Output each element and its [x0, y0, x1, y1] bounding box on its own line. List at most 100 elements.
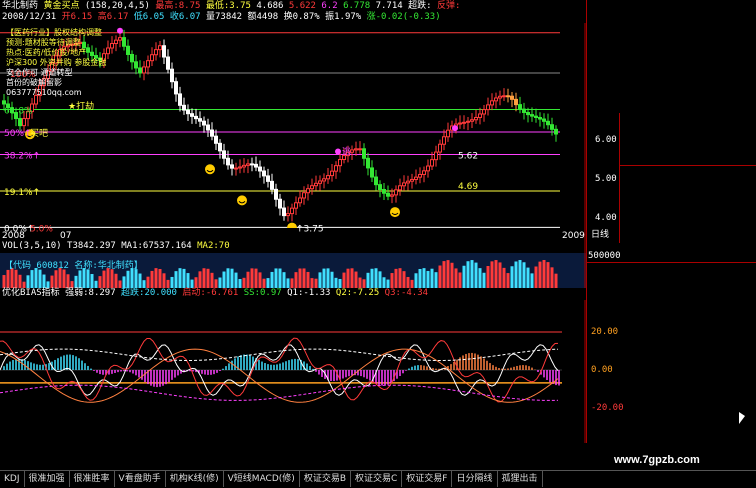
candle-body — [238, 166, 242, 169]
x-axis-label: 2009 — [562, 231, 585, 241]
candle-body — [274, 188, 278, 200]
candle-body — [458, 122, 462, 125]
tick-row — [619, 426, 756, 439]
tab-indicator[interactable]: 权证交易C — [351, 471, 403, 487]
quote-stat-row — [620, 230, 756, 243]
candle-body — [430, 159, 434, 167]
candle-body — [286, 213, 290, 217]
low-mark: ↑3.75 — [296, 224, 324, 234]
candle-body — [306, 188, 310, 194]
candle-body — [534, 115, 538, 118]
level-label: 38.2%↑ — [4, 152, 40, 162]
order-book-row[interactable] — [620, 113, 756, 126]
candle-body — [142, 66, 146, 74]
volume-bar — [174, 271, 178, 288]
volume-bar — [238, 279, 242, 288]
volume-bar — [534, 266, 538, 288]
tab-indicator[interactable]: 日分隔线 — [452, 471, 498, 487]
period-label[interactable]: 日线 — [591, 230, 609, 241]
indicator-axis-tick: -20.00 — [591, 403, 624, 413]
tick-list[interactable] — [619, 263, 756, 443]
candle-body — [390, 194, 394, 197]
tab-indicator[interactable]: 很准胜率 — [70, 471, 115, 487]
candle-body — [114, 39, 118, 45]
volume-bar — [298, 268, 302, 288]
candle-body — [166, 56, 170, 70]
volume-bar — [50, 275, 54, 288]
tab-indicator[interactable]: 权证交易B — [300, 471, 351, 487]
indicator-value: Q3:-4.34 — [379, 288, 429, 298]
volume-bar — [426, 270, 430, 288]
tab-indicator[interactable]: V看盘助手 — [115, 471, 166, 487]
volume-bar — [30, 270, 34, 288]
volume-bar — [126, 270, 130, 288]
smiley-icon — [390, 207, 400, 218]
volume-bar — [518, 260, 522, 288]
candle-body — [246, 163, 250, 166]
candle-body — [190, 113, 194, 117]
volume-bar — [110, 269, 114, 288]
candle-body — [374, 176, 378, 186]
chart-header-line1: 华北制药 黄金买点 (158,20,4,5) 最高:8.75 最低:3.75 4… — [2, 1, 460, 12]
candle-body — [122, 37, 126, 47]
indicator-axis-tick: 20.00 — [591, 327, 619, 337]
volume-bar — [162, 273, 166, 288]
volume-bar — [458, 272, 462, 288]
volume-bar — [166, 279, 170, 288]
volume-bar — [342, 272, 346, 288]
candle-body — [506, 95, 510, 98]
tab-indicator[interactable]: 权证交易F — [402, 471, 453, 487]
candle-body — [366, 157, 370, 169]
candle-body — [282, 207, 286, 217]
candle-body — [170, 68, 174, 83]
candle-body — [362, 148, 366, 159]
volume-bar — [498, 262, 502, 288]
quote-stat-row — [620, 165, 756, 178]
candle-body — [90, 51, 94, 57]
candle-body — [482, 109, 486, 115]
volume-bar — [94, 280, 98, 288]
tab-indicator[interactable]: V短线MACD(修) — [224, 471, 300, 487]
news-line: 063777510qq.com — [6, 88, 82, 97]
order-book-row[interactable] — [620, 139, 756, 152]
volume-bar — [42, 274, 46, 288]
bias-chart[interactable] — [0, 300, 586, 443]
level-label: 61.8% — [4, 106, 33, 116]
quote-stat-row — [620, 204, 756, 217]
volume-bar — [502, 267, 506, 288]
tick-row — [619, 376, 756, 389]
order-book-row[interactable] — [620, 126, 756, 139]
volume-bar — [470, 260, 474, 288]
candle-body — [410, 178, 414, 182]
tab-indicator[interactable]: 很准加强 — [25, 471, 70, 487]
tab-indicator[interactable]: 机构K线(修) — [166, 471, 224, 487]
candle-body — [474, 116, 478, 121]
volume-bar — [538, 261, 542, 288]
tab-indicator[interactable]: 孤狸出击 — [498, 471, 543, 487]
candle-body — [422, 170, 426, 175]
volume-bar — [2, 275, 6, 288]
header-quote-item: 涨-0.02(-0.33) — [366, 12, 441, 22]
candle-body — [310, 185, 314, 190]
candle-body — [174, 81, 178, 95]
indicator-panel-name: 优化BIAS指标 — [2, 288, 60, 298]
volume-bar — [278, 268, 282, 288]
candle-body — [514, 98, 518, 106]
volume-bar — [210, 272, 214, 288]
volume-bar — [358, 277, 362, 288]
volume-bar — [250, 268, 254, 288]
volume-bar — [38, 269, 42, 288]
volume-bar — [182, 268, 186, 288]
candle-body — [498, 95, 502, 99]
header-quote-item: 收6.07 — [169, 12, 206, 22]
candlestick-chart[interactable]: 61.8%50%↑买吧38.2%↑ 5.6219.1%↑4.690.0%↑ ↑3.7… — [0, 23, 586, 241]
indicator-panel: 优化BIAS指标 强弱:8.297 超跌:20.000 启动:-6.761 SS… — [0, 288, 586, 443]
quote-panel: 6.005.004.006.07日线20.000.00-20.00 — [586, 0, 756, 443]
tick-row — [619, 388, 756, 401]
quote-stat-row — [620, 191, 756, 204]
order-book-row[interactable] — [620, 152, 756, 165]
tab-indicator[interactable]: KDJ — [0, 471, 25, 487]
header-quote-item: 振1.97% — [325, 12, 367, 22]
volume-bar — [262, 278, 266, 288]
candle-body — [146, 60, 150, 68]
